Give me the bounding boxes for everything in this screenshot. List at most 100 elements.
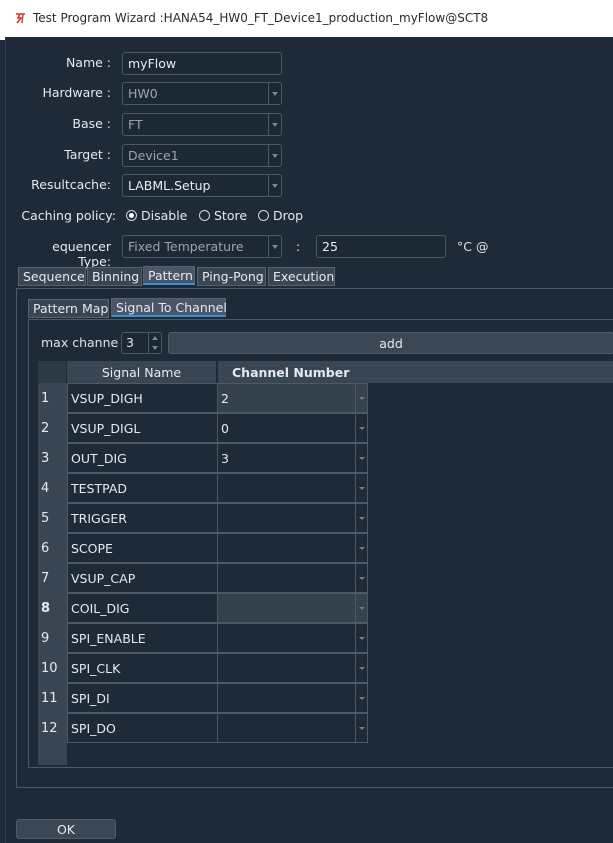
signal-name-cell[interactable]: SPI_DO bbox=[67, 713, 218, 743]
caching-option-drop-label: Drop bbox=[273, 208, 304, 223]
target-combo[interactable]: Device1 bbox=[122, 144, 282, 167]
base-value: FT bbox=[128, 117, 143, 132]
channel-dropdown-icon[interactable] bbox=[355, 444, 367, 472]
caching-option-store[interactable]: Store bbox=[199, 208, 247, 223]
channel-number-value: 3 bbox=[221, 450, 229, 466]
rownum-filler bbox=[38, 743, 67, 765]
caching-option-store-label: Store bbox=[214, 208, 248, 223]
channel-number-cell[interactable] bbox=[217, 503, 368, 533]
signal-name-cell[interactable]: COIL_DIG bbox=[67, 593, 218, 623]
signal-name-cell[interactable]: TESTPAD bbox=[67, 473, 218, 503]
signal-name-cell[interactable]: SPI_CLK bbox=[67, 653, 218, 683]
radio-disable-icon[interactable] bbox=[126, 210, 137, 221]
row-number[interactable]: 8 bbox=[38, 593, 67, 623]
target-dropdown-icon[interactable] bbox=[268, 145, 281, 166]
channel-dropdown-icon[interactable] bbox=[355, 564, 367, 592]
signal-name-cell[interactable]: SPI_DI bbox=[67, 683, 218, 713]
row-number[interactable]: 10 bbox=[38, 653, 67, 683]
signal-name-cell[interactable]: VSUP_CAP bbox=[67, 563, 218, 593]
hardware-dropdown-icon[interactable] bbox=[268, 83, 281, 104]
channel-dropdown-icon[interactable] bbox=[355, 714, 367, 742]
target-label: Target : bbox=[64, 147, 111, 162]
channel-number-cell[interactable] bbox=[217, 653, 368, 683]
channel-dropdown-icon[interactable] bbox=[355, 594, 367, 622]
spin-down-icon[interactable] bbox=[148, 343, 161, 353]
max-channel-label: max channe bbox=[41, 335, 119, 350]
name-input[interactable]: myFlow bbox=[122, 52, 282, 75]
window-title: Test Program Wizard :HANA54_HW0_FT_Devic… bbox=[33, 11, 489, 25]
row-number[interactable]: 3 bbox=[38, 443, 67, 473]
channel-number-cell[interactable] bbox=[217, 533, 368, 563]
channel-number-cell[interactable] bbox=[217, 593, 368, 623]
channel-dropdown-icon[interactable] bbox=[355, 504, 367, 532]
tab-ping-pong[interactable]: Ping-Pong bbox=[197, 267, 266, 286]
signal-channel-table: Signal Name Channel Number 1 VSUP_DIGH 2 2 V… bbox=[38, 361, 613, 767]
channel-dropdown-icon[interactable] bbox=[355, 624, 367, 652]
row-number[interactable]: 1 bbox=[38, 383, 67, 413]
row-number[interactable]: 2 bbox=[38, 413, 67, 443]
base-dropdown-icon[interactable] bbox=[268, 114, 281, 135]
add-button[interactable]: add bbox=[168, 332, 613, 354]
radio-store-icon[interactable] bbox=[199, 210, 210, 221]
row-number[interactable]: 6 bbox=[38, 533, 67, 563]
channel-number-value: 2 bbox=[221, 390, 229, 406]
resultcache-dropdown-icon[interactable] bbox=[268, 175, 281, 196]
max-channel-spinbox[interactable]: 3 bbox=[121, 332, 162, 354]
spin-up-icon[interactable] bbox=[148, 333, 161, 343]
resultcache-label: Resultcache: bbox=[31, 177, 111, 192]
tab-execution[interactable]: Execution bbox=[268, 267, 335, 286]
signal-name-cell[interactable]: SPI_ENABLE bbox=[67, 623, 218, 653]
ok-button[interactable]: OK bbox=[16, 819, 116, 839]
sequencer-type-value: Fixed Temperature bbox=[128, 239, 244, 254]
table-corner bbox=[38, 361, 67, 383]
sequencer-dropdown-icon[interactable] bbox=[268, 236, 281, 257]
channel-dropdown-icon[interactable] bbox=[355, 684, 367, 712]
channel-number-value: 0 bbox=[221, 420, 229, 436]
resultcache-combo[interactable]: LABML.Setup bbox=[122, 174, 282, 197]
tab-pattern[interactable]: Pattern bbox=[143, 266, 195, 285]
header-channel-number[interactable]: Channel Number bbox=[218, 361, 613, 383]
name-label: Name : bbox=[65, 55, 111, 70]
channel-number-cell[interactable]: 3 bbox=[217, 443, 368, 473]
row-number[interactable]: 12 bbox=[38, 713, 67, 743]
channel-dropdown-icon[interactable] bbox=[355, 474, 367, 502]
channel-number-cell[interactable] bbox=[217, 683, 368, 713]
tab-binning[interactable]: Binning bbox=[87, 267, 142, 286]
channel-number-cell[interactable]: 2 bbox=[217, 383, 368, 413]
signal-name-cell[interactable]: TRIGGER bbox=[67, 503, 218, 533]
hardware-combo[interactable]: HW0 bbox=[122, 82, 282, 105]
signal-name-cell[interactable]: VSUP_DIGL bbox=[67, 413, 218, 443]
temperature-input[interactable]: 25 bbox=[316, 235, 446, 258]
base-combo[interactable]: FT bbox=[122, 113, 282, 136]
tab-sequence[interactable]: Sequence bbox=[18, 267, 86, 286]
caching-option-drop[interactable]: Drop bbox=[258, 208, 303, 223]
caching-option-disable-label: Disable bbox=[141, 208, 188, 223]
signal-name-cell[interactable]: VSUP_DIGH bbox=[67, 383, 218, 413]
sequencer-type-combo[interactable]: Fixed Temperature bbox=[122, 235, 282, 258]
caching-option-disable[interactable]: Disable bbox=[126, 208, 187, 223]
channel-dropdown-icon[interactable] bbox=[355, 414, 367, 442]
temperature-unit: °C @ bbox=[457, 239, 489, 254]
row-number[interactable]: 7 bbox=[38, 563, 67, 593]
hardware-label: Hardware : bbox=[42, 85, 111, 100]
signal-name-cell[interactable]: SCOPE bbox=[67, 533, 218, 563]
header-signal-name[interactable]: Signal Name bbox=[67, 361, 217, 383]
channel-number-cell[interactable] bbox=[217, 563, 368, 593]
sequencer-type-label: equencer Type: bbox=[52, 239, 111, 269]
subtab-signal-to-channel[interactable]: Signal To Channel bbox=[111, 298, 227, 317]
radio-drop-icon[interactable] bbox=[258, 210, 269, 221]
sequencer-colon: : bbox=[296, 239, 301, 254]
signal-name-cell[interactable]: OUT_DIG bbox=[67, 443, 218, 473]
channel-number-cell[interactable] bbox=[217, 623, 368, 653]
channel-dropdown-icon[interactable] bbox=[355, 654, 367, 682]
channel-dropdown-icon[interactable] bbox=[355, 534, 367, 562]
channel-dropdown-icon[interactable] bbox=[355, 384, 367, 412]
row-number[interactable]: 5 bbox=[38, 503, 67, 533]
row-number[interactable]: 9 bbox=[38, 623, 67, 653]
row-number[interactable]: 4 bbox=[38, 473, 67, 503]
channel-number-cell[interactable] bbox=[217, 473, 368, 503]
channel-number-cell[interactable] bbox=[217, 713, 368, 743]
subtab-pattern-map[interactable]: Pattern Map bbox=[28, 299, 109, 318]
row-number[interactable]: 11 bbox=[38, 683, 67, 713]
channel-number-cell[interactable]: 0 bbox=[217, 413, 368, 443]
